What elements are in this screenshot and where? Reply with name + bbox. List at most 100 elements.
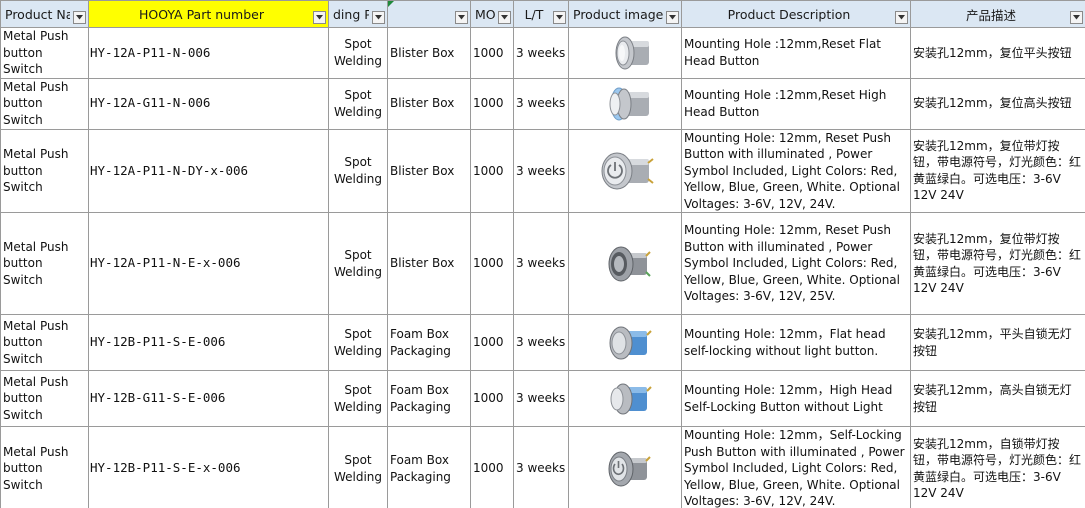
cell-part-number[interactable]: HY-12B-P11-S-E-x-006 — [88, 426, 329, 508]
cell-product-description[interactable]: Mounting Hole: 12mm, Reset Push Button w… — [681, 128, 911, 213]
cell-moq[interactable]: 1000 — [470, 27, 514, 79]
cell-moq[interactable]: 1000 — [470, 370, 514, 427]
cell-product-description[interactable]: Mounting Hole: 12mm，Flat head self-locki… — [681, 314, 911, 371]
spreadsheet-table: Product Nar HOOYA Part number ding Pro M… — [0, 0, 1085, 508]
table-row: Metal Push button Switch HY-12A-P11-N-DY… — [0, 128, 1085, 213]
filter-dropdown-icon[interactable] — [553, 11, 566, 24]
cell-lead-time[interactable]: 3 weeks — [513, 314, 569, 371]
cell-part-number[interactable]: HY-12A-G11-N-006 — [88, 77, 329, 130]
cell-welding-process[interactable]: Spot Welding — [328, 370, 388, 427]
cell-welding-process[interactable]: Spot Welding — [328, 314, 388, 371]
cell-lead-time[interactable]: 3 weeks — [513, 27, 569, 79]
table-row: Metal Push button Switch HY-12B-P11-S-E-… — [0, 314, 1085, 371]
table-row: Metal Push button Switch HY-12B-G11-S-E-… — [0, 370, 1085, 427]
table-row: Metal Push button Switch HY-12A-P11-N-E-… — [0, 212, 1085, 315]
cell-welding-process[interactable]: Spot Welding — [328, 212, 388, 315]
cell-moq[interactable]: 1000 — [470, 212, 514, 315]
cell-product-image[interactable] — [568, 27, 682, 79]
filter-dropdown-icon[interactable] — [895, 11, 908, 24]
cell-welding-process[interactable]: Spot Welding — [328, 77, 388, 130]
cell-part-number[interactable]: HY-12B-G11-S-E-006 — [88, 370, 329, 427]
cell-product-description[interactable]: Mounting Hole: 12mm, Reset Push Button w… — [681, 212, 911, 315]
cell-welding-process[interactable]: Spot Welding — [328, 27, 388, 79]
filter-dropdown-icon[interactable] — [73, 11, 86, 24]
cell-product-name[interactable]: Metal Push button Switch — [0, 370, 89, 427]
cell-product-image[interactable] — [568, 426, 682, 508]
cell-part-number[interactable]: HY-12A-P11-N-DY-x-006 — [88, 128, 329, 213]
comment-marker-icon — [388, 1, 394, 7]
cell-lead-time[interactable]: 3 weeks — [513, 426, 569, 508]
cell-moq[interactable]: 1000 — [470, 426, 514, 508]
header-moq-label: MO — [475, 6, 495, 22]
cell-chinese-description[interactable]: 安装孔12mm，复位高头按钮 — [910, 77, 1085, 130]
cell-product-image[interactable] — [568, 314, 682, 371]
cell-product-name[interactable]: Metal Push button Switch — [0, 212, 89, 315]
power-symbol-button-photo — [601, 152, 654, 190]
header-part-number[interactable]: HOOYA Part number — [88, 0, 329, 28]
cell-chinese-description[interactable]: 安装孔12mm，自锁带灯按钮，带电源符号，灯光颜色：红黄蓝绿白。可选电压：3-6… — [910, 426, 1085, 508]
cell-moq[interactable]: 1000 — [470, 314, 514, 371]
cell-welding-process[interactable]: Spot Welding — [328, 426, 388, 508]
header-lead-time[interactable]: L/T — [513, 0, 569, 28]
header-row: Product Nar HOOYA Part number ding Pro M… — [0, 0, 1085, 28]
cell-product-name[interactable]: Metal Push button Switch — [0, 426, 89, 508]
cell-product-description[interactable]: Mounting Hole :12mm,Reset Flat Head Butt… — [681, 27, 911, 79]
cell-product-name[interactable]: Metal Push button Switch — [0, 314, 89, 371]
cell-product-image[interactable] — [568, 370, 682, 427]
cell-packaging[interactable]: Blister Box — [387, 77, 471, 130]
cell-lead-time[interactable]: 3 weeks — [513, 370, 569, 427]
cell-packaging[interactable]: Foam Box Packaging — [387, 314, 471, 371]
table-row: Metal Push button Switch HY-12A-G11-N-00… — [0, 77, 1085, 130]
cell-product-description[interactable]: Mounting Hole: 12mm，Self-Locking Push Bu… — [681, 426, 911, 508]
cell-product-name[interactable]: Metal Push button Switch — [0, 77, 89, 130]
cell-packaging[interactable]: Foam Box Packaging — [387, 426, 471, 508]
cell-chinese-description[interactable]: 安装孔12mm，复位带灯按钮，带电源符号，灯光颜色：红黄蓝绿白。可选电压：3-6… — [910, 212, 1085, 315]
cell-packaging[interactable]: Blister Box — [387, 27, 471, 79]
filter-dropdown-icon[interactable] — [455, 11, 468, 24]
header-moq[interactable]: MO — [470, 0, 514, 28]
cell-product-image[interactable] — [568, 212, 682, 315]
cell-lead-time[interactable]: 3 weeks — [513, 212, 569, 315]
cell-moq[interactable]: 1000 — [470, 77, 514, 130]
cell-chinese-description[interactable]: 安装孔12mm，复位带灯按钮，带电源符号，灯光颜色：红黄蓝绿白。可选电压：3-6… — [910, 128, 1085, 213]
filter-dropdown-icon[interactable] — [1070, 11, 1083, 24]
filter-dropdown-icon[interactable] — [666, 11, 679, 24]
cell-welding-process[interactable]: Spot Welding — [328, 128, 388, 213]
cell-chinese-description[interactable]: 安装孔12mm，平头自锁无灯按钮 — [910, 314, 1085, 371]
filter-dropdown-icon[interactable] — [498, 11, 511, 24]
cell-lead-time[interactable]: 3 weeks — [513, 77, 569, 130]
header-product-image[interactable]: Product image — [568, 0, 682, 28]
header-welding-process[interactable]: ding Pro — [328, 0, 388, 28]
header-chinese-description-label: 产品描述 — [965, 7, 1016, 23]
cell-packaging[interactable]: Blister Box — [387, 128, 471, 213]
cell-part-number[interactable]: HY-12A-P11-N-006 — [88, 27, 329, 79]
cell-product-description[interactable]: Mounting Hole :12mm,Reset High Head Butt… — [681, 77, 911, 130]
cell-part-number[interactable]: HY-12A-P11-N-E-x-006 — [88, 212, 329, 315]
cell-part-number[interactable]: HY-12B-P11-S-E-006 — [88, 314, 329, 371]
header-chinese-description[interactable]: 产品描述 — [910, 0, 1085, 28]
filter-dropdown-icon[interactable] — [313, 11, 326, 24]
self-locking-high-button-photo — [610, 383, 652, 414]
header-product-name[interactable]: Product Nar — [0, 0, 89, 28]
cell-product-description[interactable]: Mounting Hole: 12mm，High Head Self-Locki… — [681, 370, 911, 427]
cell-chinese-description[interactable]: 安装孔12mm，复位平头按钮 — [910, 27, 1085, 79]
cell-product-image[interactable] — [568, 128, 682, 213]
ring-illuminated-button-photo — [608, 246, 651, 281]
cell-product-name[interactable]: Metal Push button Switch — [0, 27, 89, 79]
cell-packaging[interactable]: Blister Box — [387, 212, 471, 315]
self-locking-flat-button-photo — [609, 326, 652, 359]
cell-product-image[interactable] — [568, 77, 682, 130]
header-product-image-label: Product image — [573, 6, 663, 22]
cell-product-name[interactable]: Metal Push button Switch — [0, 128, 89, 213]
table-row: Metal Push button Switch HY-12A-P11-N-00… — [0, 27, 1085, 79]
cell-moq[interactable]: 1000 — [470, 128, 514, 213]
flat-head-button-photo — [615, 36, 649, 70]
cell-lead-time[interactable]: 3 weeks — [513, 128, 569, 213]
cell-chinese-description[interactable]: 安装孔12mm，高头自锁无灯按钮 — [910, 370, 1085, 427]
cell-packaging[interactable]: Foam Box Packaging — [387, 370, 471, 427]
header-product-description[interactable]: Product Description — [681, 0, 911, 28]
high-head-button-photo — [609, 87, 649, 120]
table-row: Metal Push button Switch HY-12B-P11-S-E-… — [0, 426, 1085, 508]
filter-dropdown-icon[interactable] — [372, 11, 385, 24]
header-packaging[interactable] — [387, 0, 471, 28]
